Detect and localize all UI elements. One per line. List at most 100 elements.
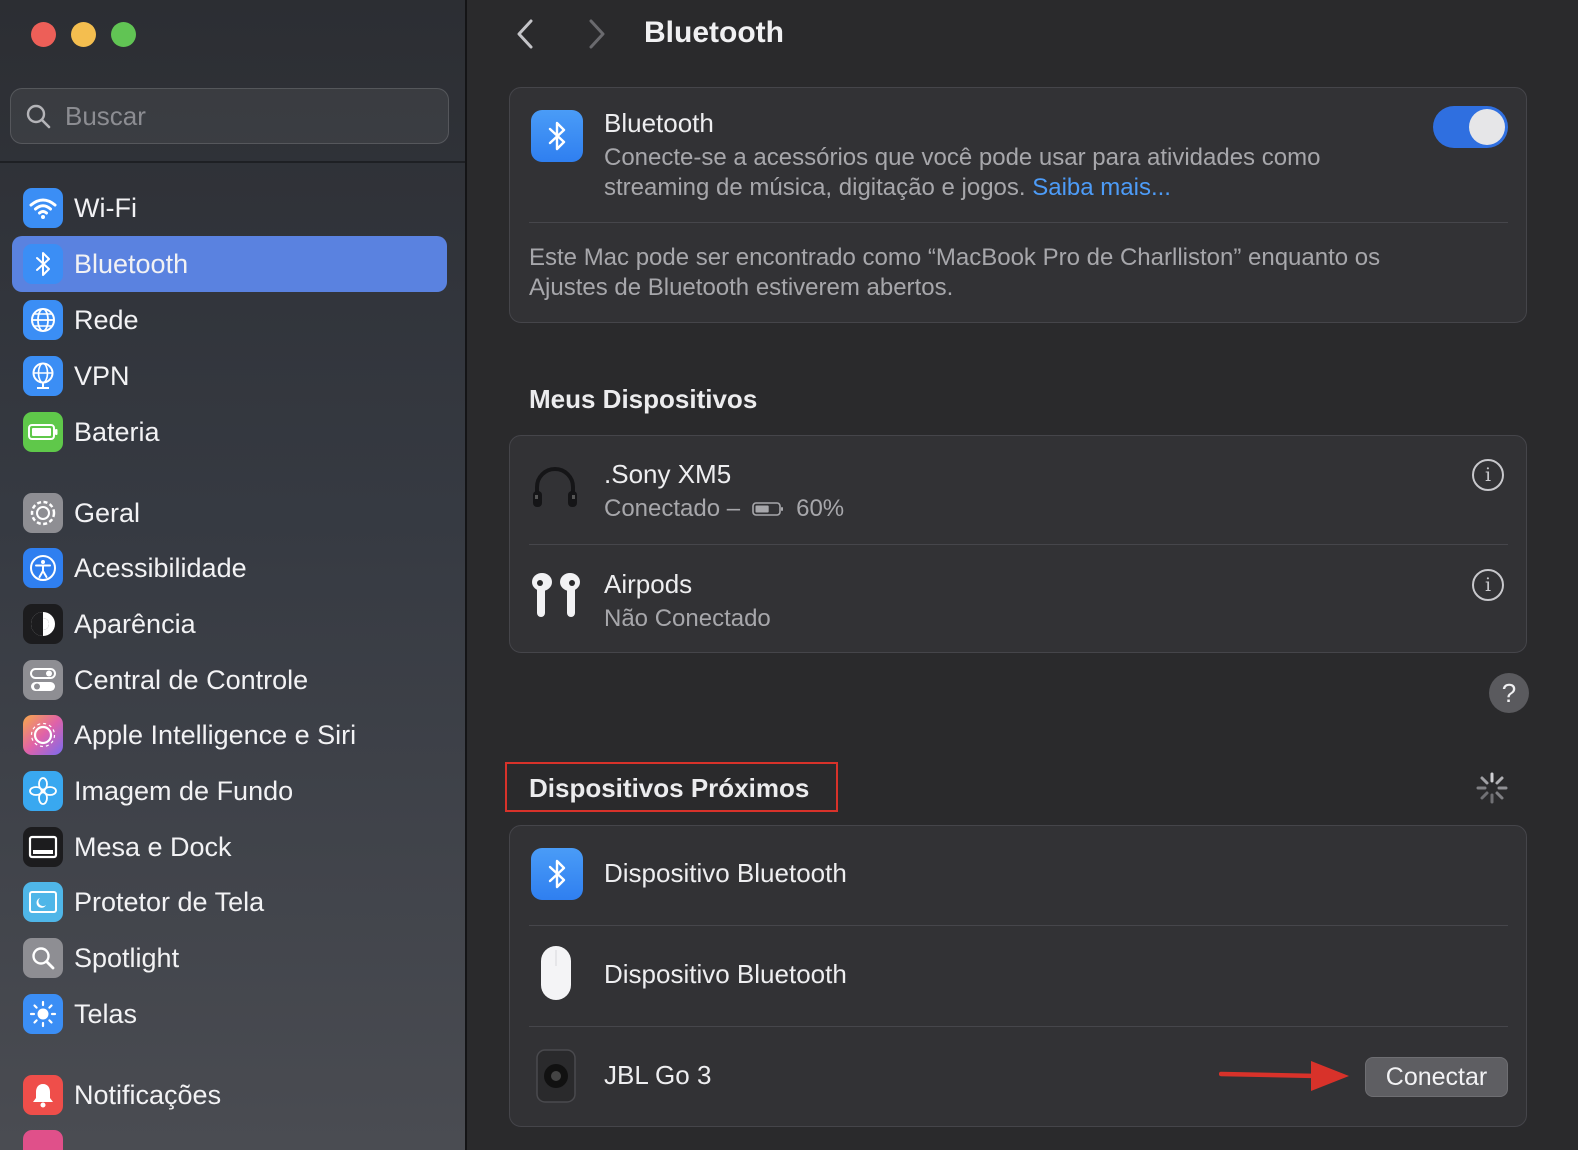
airpods-icon: [532, 573, 580, 617]
control-center-icon: [23, 660, 63, 700]
sidebar-item-label: Geral: [74, 497, 141, 528]
displays-icon: [23, 994, 63, 1034]
page-title: Bluetooth: [644, 16, 784, 49]
forward-button[interactable]: [581, 16, 611, 52]
description-text: streaming de música, digitação e jogos.: [604, 174, 1026, 201]
battery-icon: [752, 502, 784, 516]
device-status: Conectado – 60%: [604, 494, 844, 524]
battery-percentage: 60%: [796, 495, 845, 522]
zoom-window-button[interactable]: [111, 22, 136, 47]
device-name: Dispositivo Bluetooth: [604, 959, 847, 989]
magic-mouse-icon: [541, 946, 571, 1000]
device-name: JBL Go 3: [604, 1060, 712, 1090]
sidebar-item-imagem-de-fundo[interactable]: Imagem de Fundo: [12, 763, 447, 819]
vpn-globe-icon: [23, 356, 63, 396]
speaker-icon: [536, 1049, 576, 1103]
discoverable-line-1: Este Mac pode ser encontrado como “MacBo…: [529, 244, 1381, 271]
connect-button[interactable]: Conectar: [1365, 1057, 1508, 1097]
dock-icon: [23, 827, 63, 867]
siri-icon: [23, 715, 63, 755]
battery-icon: [23, 412, 63, 452]
sidebar-item-bluetooth[interactable]: Bluetooth: [12, 236, 447, 292]
sidebar-item-spotlight[interactable]: Spotlight: [12, 930, 447, 986]
sidebar-item-label: Bluetooth: [74, 248, 189, 279]
sidebar-item-central-de-controle[interactable]: Central de Controle: [12, 652, 447, 708]
headphones-icon: [533, 467, 577, 507]
sidebar-item-label: Spotlight: [74, 942, 180, 973]
appearance-icon: [23, 604, 63, 644]
device-status-text: Conectado –: [604, 495, 741, 522]
sidebar-item-label: Rede: [74, 304, 139, 335]
bluetooth-card: Bluetooth Conecte-se a acessórios que vo…: [509, 87, 1527, 323]
red-arrow-annotation: [1219, 1061, 1349, 1091]
bluetooth-title: Bluetooth: [604, 108, 714, 138]
sidebar-item-apple-intelligence-siri[interactable]: Apple Intelligence e Siri: [12, 707, 447, 763]
sidebar-item-telas[interactable]: Telas: [12, 986, 447, 1042]
device-name: .Sony XM5: [604, 459, 732, 489]
wallpaper-icon: [23, 771, 63, 811]
sidebar-item-label: Bateria: [74, 416, 160, 447]
window-controls: [31, 22, 136, 47]
bluetooth-icon: [531, 110, 583, 162]
sidebar-item-label: VPN: [74, 360, 130, 391]
sidebar-item-label: Protetor de Tela: [74, 886, 265, 917]
sidebar-item-label: Mesa e Dock: [74, 831, 232, 862]
info-button[interactable]: i: [1472, 569, 1504, 601]
device-name: Dispositivo Bluetooth: [604, 858, 847, 888]
search-icon: [26, 104, 51, 129]
sidebar-item-label: Acessibilidade: [74, 552, 247, 583]
sidebar-item-rede[interactable]: Rede: [12, 292, 447, 348]
nearby-devices-title: Dispositivos Próximos: [529, 773, 810, 803]
divider: [529, 925, 1508, 926]
divider: [529, 1026, 1508, 1027]
sidebar-item-label: Imagem de Fundo: [74, 775, 294, 806]
notifications-icon: [23, 1075, 63, 1115]
search-field[interactable]: [10, 88, 449, 144]
minimize-window-button[interactable]: [71, 22, 96, 47]
screensaver-icon: [23, 882, 63, 922]
bluetooth-description: Conecte-se a acessórios que você pode us…: [604, 143, 1424, 203]
sidebar-item-label: Notificações: [74, 1079, 222, 1110]
divider: [529, 222, 1508, 223]
divider: [529, 544, 1508, 545]
wifi-icon: [23, 188, 63, 228]
back-button[interactable]: [511, 16, 541, 52]
loading-spinner-icon: [1476, 772, 1508, 804]
sidebar-item-notificacoes[interactable]: Notificações: [12, 1067, 447, 1123]
my-devices-title: Meus Dispositivos: [529, 384, 758, 414]
sidebar-divider: [0, 161, 465, 163]
toggle-knob: [1469, 109, 1505, 145]
device-status: Não Conectado: [604, 605, 771, 632]
globe-icon: [23, 300, 63, 340]
discoverable-note: Este Mac pode ser encontrado como “MacBo…: [529, 243, 1509, 303]
description-line-2: streaming de música, digitação e jogos. …: [604, 173, 1424, 203]
info-button[interactable]: i: [1472, 459, 1504, 491]
help-button[interactable]: ?: [1489, 673, 1529, 713]
sidebar-item-label: Telas: [74, 998, 138, 1029]
sidebar-item-protetor-de-tela[interactable]: Protetor de Tela: [12, 874, 447, 930]
sidebar-item-aparencia[interactable]: Aparência: [12, 596, 447, 652]
description-line-1: Conecte-se a acessórios que você pode us…: [604, 144, 1321, 171]
close-window-button[interactable]: [31, 22, 56, 47]
bluetooth-icon: [531, 848, 583, 900]
sidebar-item-label: Aparência: [74, 608, 196, 639]
sidebar-item-wifi[interactable]: Wi-Fi: [12, 180, 447, 236]
discoverable-line-2: Ajustes de Bluetooth estiverem abertos.: [529, 274, 954, 301]
main-panel: Bluetooth Bluetooth Conecte-se a acessór…: [469, 0, 1578, 1150]
spotlight-icon: [23, 938, 63, 978]
device-name: Airpods: [604, 569, 693, 599]
sidebar-item-mesa-e-dock[interactable]: Mesa e Dock: [12, 819, 447, 875]
sidebar-item-acessibilidade[interactable]: Acessibilidade: [12, 540, 447, 596]
search-input[interactable]: [65, 100, 448, 132]
my-devices-card: .Sony XM5 Conectado – 60% i Airpods Não …: [509, 435, 1527, 653]
sidebar-item-label: Wi-Fi: [74, 192, 137, 223]
gear-icon: [23, 493, 63, 533]
next-item-icon: [23, 1130, 63, 1150]
learn-more-link[interactable]: Saiba mais...: [1032, 174, 1171, 201]
accessibility-icon: [23, 548, 63, 588]
bluetooth-toggle[interactable]: [1433, 106, 1508, 148]
sidebar-item-bateria[interactable]: Bateria: [12, 404, 447, 460]
sidebar-item-geral[interactable]: Geral: [12, 485, 447, 541]
sidebar-item-label: Apple Intelligence e Siri: [74, 719, 357, 750]
sidebar-item-vpn[interactable]: VPN: [12, 348, 447, 404]
